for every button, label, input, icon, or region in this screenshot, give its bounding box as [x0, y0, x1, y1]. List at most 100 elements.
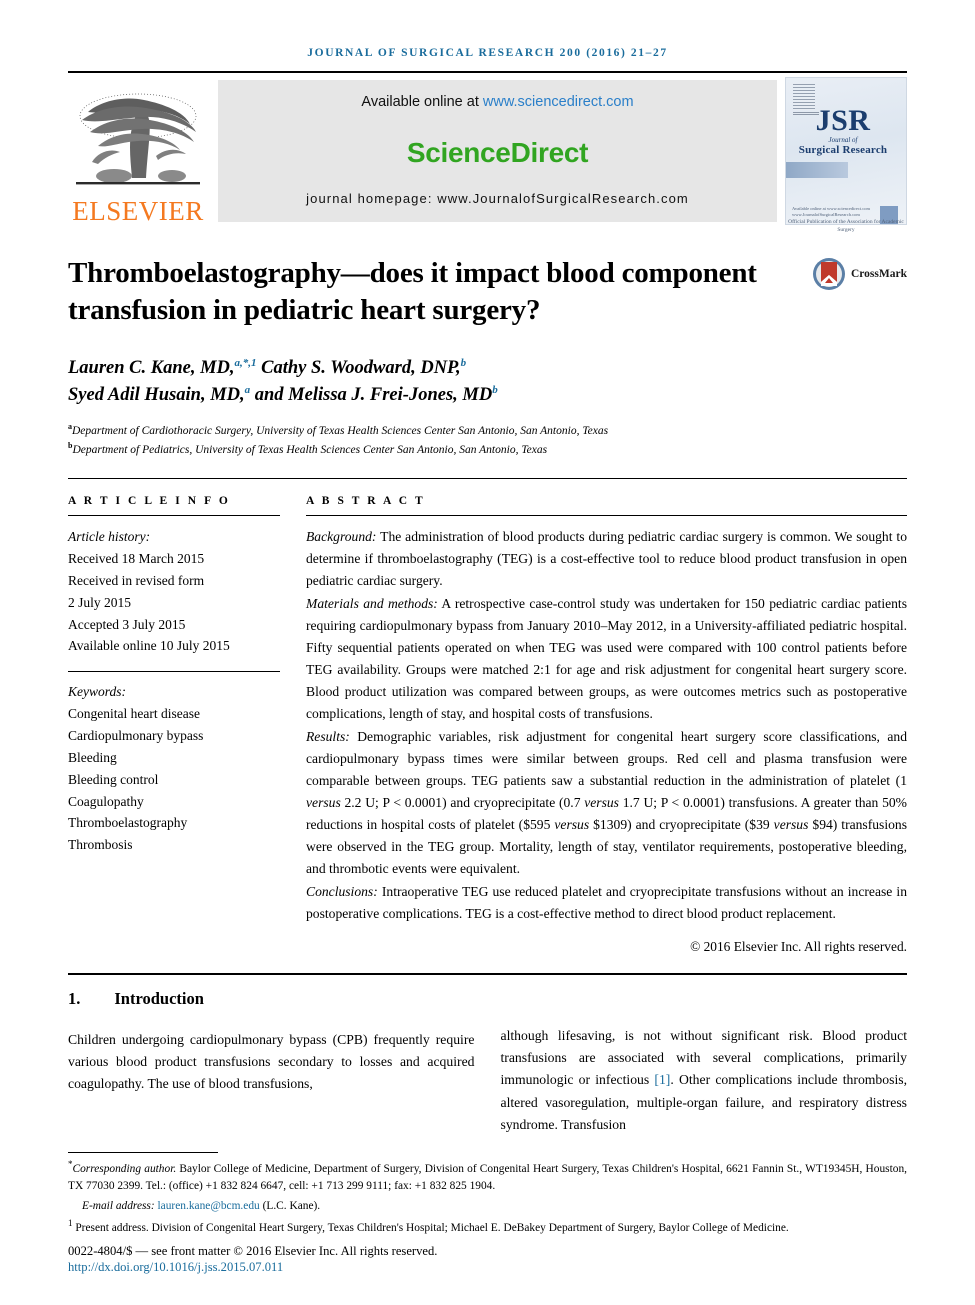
abstract-conclusions-label: Conclusions:	[306, 883, 378, 899]
keyword-item[interactable]: Thromboelastography	[68, 812, 280, 834]
history-item: Received in revised form	[68, 572, 205, 588]
abstract-results-label: Results:	[306, 728, 350, 744]
footnote-corresponding-label: Corresponding author.	[72, 1162, 177, 1175]
abstract-conclusions: Conclusions: Intraoperative TEG use redu…	[306, 881, 907, 925]
available-online-prefix: Available online at	[361, 94, 483, 110]
masthead: ELSEVIER Available online at www.science…	[68, 73, 907, 233]
article-history-block: Article history: Received 18 March 2015 …	[68, 526, 280, 657]
introduction-paragraph-left: Children undergoing cardiopulmonary bypa…	[68, 1031, 475, 1092]
abstract-versus-1: versus	[306, 795, 341, 810]
keyword-item[interactable]: Cardiopulmonary bypass	[68, 725, 280, 747]
abstract-methods-label: Materials and methods:	[306, 595, 438, 611]
citation-link-1[interactable]: [1]	[654, 1072, 670, 1087]
keywords-body: Keywords: Congenital heart disease Cardi…	[68, 681, 280, 856]
author-woodward: Cathy S. Woodward, DNP,	[256, 358, 461, 379]
footnote-email-label: E-mail address:	[82, 1199, 158, 1212]
author-kane-affil-marks[interactable]: a,*,1	[235, 357, 257, 369]
footnote-corresponding-author: *Corresponding author. Baylor College of…	[68, 1158, 907, 1195]
affiliation-b-text: Department of Pediatrics, University of …	[72, 444, 548, 457]
abstract-section-top-rule	[68, 478, 907, 480]
history-item: Accepted 3 July 2015	[68, 616, 186, 632]
abstract-results: Results: Demographic variables, risk adj…	[306, 726, 907, 881]
introduction-number: 1.	[68, 988, 81, 1008]
keyword-item[interactable]: Coagulopathy	[68, 791, 280, 813]
affiliations: aDepartment of Cardiothoracic Surgery, U…	[68, 421, 907, 460]
keyword-item[interactable]: Congenital heart disease	[68, 703, 280, 725]
abstract-rule	[306, 515, 907, 517]
article-info-heading: A R T I C L E I N F O	[68, 495, 231, 508]
keywords-rule	[68, 671, 280, 673]
abstract-conclusions-text: Intraoperative TEG use reduced platelet …	[306, 883, 907, 921]
introduction-title: Introduction	[114, 988, 204, 1008]
elsevier-wordmark: ELSEVIER	[72, 196, 204, 226]
introduction-top-rule	[68, 972, 907, 975]
keywords-label: Keywords:	[68, 684, 126, 700]
introduction-right-column: although lifesaving, is not without sign…	[501, 989, 908, 1136]
issn-copyright-line: 0022-4804/$ — see front matter © 2016 El…	[68, 1244, 438, 1258]
article-info-column: A R T I C L E I N F O Article history: R…	[68, 495, 280, 955]
crossmark-label: CrossMark	[850, 268, 907, 280]
abstract-background-label: Background:	[306, 529, 377, 545]
cover-journal-of-text: Journal of	[828, 136, 858, 144]
footnote-present-address: 1 Present address. Division of Congenita…	[68, 1217, 907, 1237]
keyword-item[interactable]: Bleeding control	[68, 769, 280, 791]
keyword-item[interactable]: Bleeding	[68, 747, 280, 769]
footnote-rule	[68, 1152, 218, 1154]
footnotes-block: *Corresponding author. Baylor College of…	[68, 1152, 907, 1275]
introduction-left-column: 1. Introduction Children undergoing card…	[68, 989, 475, 1136]
keywords-block: Keywords: Congenital heart disease Cardi…	[68, 671, 280, 856]
available-online-line: Available online at www.sciencedirect.co…	[361, 94, 633, 110]
abstract-results-text-1: Demographic variables, risk adjustment f…	[306, 728, 907, 788]
abstract-copyright: © 2016 Elsevier Inc. All rights reserved…	[690, 938, 907, 954]
cover-bar-upper	[786, 162, 848, 178]
history-item: Available online 10 July 2015	[68, 638, 230, 654]
footnote-email-line: E-mail address: lauren.kane@bcm.edu (L.C…	[68, 1198, 907, 1215]
abstract-background-text: The administration of blood products dur…	[306, 529, 907, 589]
author-frei-jones: and Melissa J. Frei-Jones, MD	[250, 385, 493, 406]
author-husain: Syed Adil Husain, MD,	[68, 385, 245, 406]
cover-jsr-text: JSR	[815, 104, 871, 137]
sciencedirect-logo: ScienceDirect	[406, 136, 589, 168]
sciencedirect-url-link[interactable]: www.sciencedirect.com	[483, 94, 634, 110]
abstract-column: A B S T R A C T Background: The administ…	[306, 495, 907, 955]
cover-title-block: JSR Journal of Surgical Research	[786, 104, 900, 157]
footnote-email-suffix: (L.C. Kane).	[259, 1199, 321, 1212]
introduction-right-spacer	[501, 989, 908, 1025]
author-woodward-affil-mark[interactable]: b	[461, 357, 467, 369]
abstract-results-text-2: 2.2 U; P < 0.0001) and cryoprecipitate (…	[340, 795, 585, 810]
abstract-versus-3: versus	[554, 817, 590, 833]
footnote-present-text: Present address. Division of Congenital …	[72, 1221, 789, 1234]
author-email-link[interactable]: lauren.kane@bcm.edu	[158, 1200, 260, 1212]
abstract-heading: A B S T R A C T	[306, 495, 426, 508]
journal-homepage-line[interactable]: journal homepage: www.JournalofSurgicalR…	[306, 191, 689, 206]
author-list: Lauren C. Kane, MD,a,*,1 Cathy S. Woodwa…	[68, 355, 907, 409]
doi-link[interactable]: http://dx.doi.org/10.1016/j.jss.2015.07.…	[68, 1260, 907, 1275]
page-title: Thromboelastography—does it impact blood…	[68, 257, 757, 327]
introduction-heading: 1. Introduction	[68, 989, 475, 1009]
journal-article-page: JOURNAL OF SURGICAL RESEARCH 200 (2016) …	[0, 0, 975, 1305]
sciencedirect-band: Available online at www.sciencedirect.co…	[218, 80, 777, 222]
crossmark-badge[interactable]: CrossMark	[812, 257, 907, 291]
article-info-rule	[68, 515, 280, 517]
affiliation-a-text: Department of Cardiothoracic Surgery, Un…	[72, 424, 609, 437]
introduction-columns: 1. Introduction Children undergoing card…	[68, 989, 907, 1136]
crossmark-icon	[812, 258, 845, 290]
abstract-methods: Materials and methods: A retrospective c…	[306, 593, 907, 726]
article-history-label: Article history:	[68, 529, 151, 545]
abstract-background: Background: The administration of blood …	[306, 526, 907, 592]
abstract-versus-2: versus	[584, 795, 619, 810]
abstract-methods-text: A retrospective case-control study was u…	[306, 595, 907, 722]
keyword-item[interactable]: Thrombosis	[68, 834, 280, 856]
abstract-results-text-4: $1309) and cryoprecipitate ($39	[589, 817, 774, 833]
author-kane: Lauren C. Kane, MD,	[68, 358, 235, 379]
journal-cover-thumbnail: JSR Journal of Surgical Research Officia…	[785, 77, 907, 233]
title-block: Thromboelastography—does it impact blood…	[68, 255, 907, 329]
info-abstract-columns: A R T I C L E I N F O Article history: R…	[68, 495, 907, 955]
abstract-versus-4: versus	[773, 817, 809, 833]
author-frei-jones-affil-mark[interactable]: b	[492, 384, 498, 396]
cover-note-text: Official Publication of the Association …	[788, 219, 904, 234]
running-head: JOURNAL OF SURGICAL RESEARCH 200 (2016) …	[307, 47, 668, 59]
elsevier-logo: ELSEVIER	[68, 77, 218, 225]
cover-subtitle-text: Surgical Research	[798, 144, 888, 156]
footnote-corresponding-text: Baylor College of Medicine, Department o…	[68, 1162, 907, 1193]
